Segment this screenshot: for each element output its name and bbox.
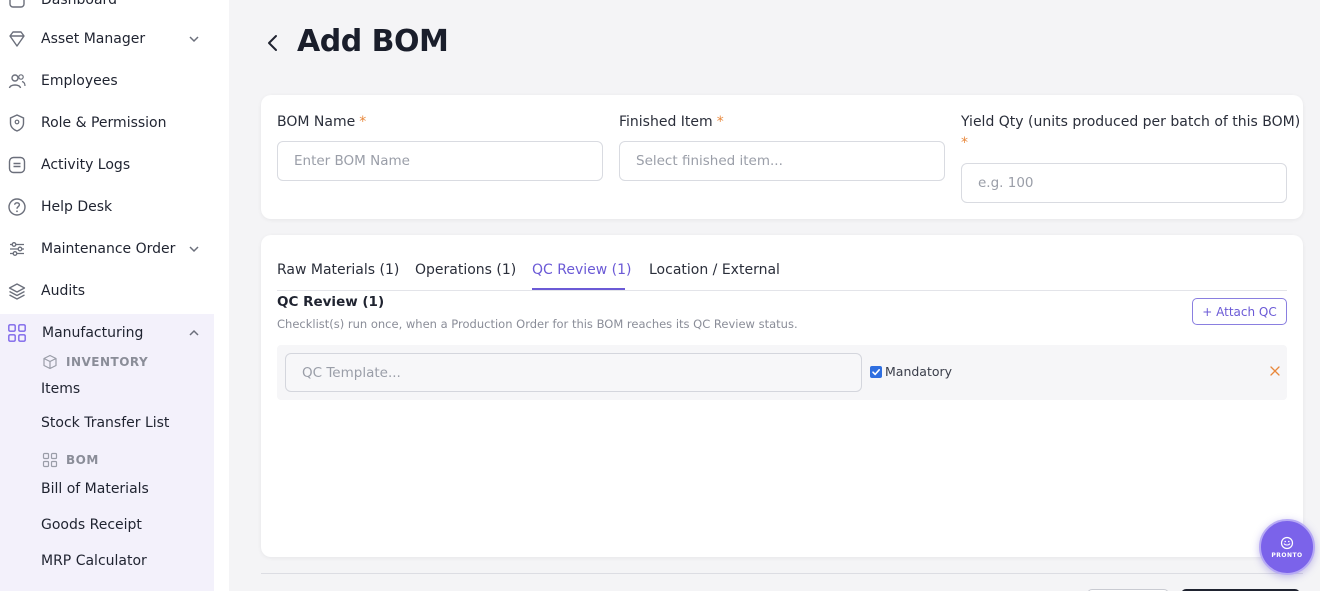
- sidebar-subitem-mrp-calculator[interactable]: MRP Calculator: [41, 553, 147, 569]
- bom-icon: [42, 452, 58, 468]
- back-arrow-icon: [268, 35, 277, 51]
- sidebar-subitem-items[interactable]: Items: [41, 381, 80, 397]
- sidebar-subitem-bill-of-materials[interactable]: Bill of Materials: [41, 481, 149, 497]
- tab-location-external[interactable]: Location / External: [649, 262, 780, 278]
- sidebar-item-audits[interactable]: Audits: [0, 273, 215, 309]
- tab-bar: Raw Materials (1) Operations (1) QC Revi…: [277, 253, 1287, 291]
- manufacturing-icon: [7, 323, 27, 343]
- bom-details-card: BOM Name* Finished Item* Yield Qty (unit…: [261, 95, 1303, 219]
- sidebar: Dashboard Asset Manager Employees Role &…: [0, 0, 229, 591]
- sidebar-item-asset-manager[interactable]: Asset Manager: [0, 21, 215, 57]
- mandatory-label: Mandatory: [885, 364, 953, 379]
- yield-qty-label: Yield Qty (units produced per batch of t…: [961, 114, 1301, 130]
- assistant-fab-button[interactable]: PRONTO: [1259, 519, 1315, 575]
- assistant-logo-icon: [1280, 536, 1294, 550]
- sidebar-item-activity-logs[interactable]: Activity Logs: [0, 147, 215, 183]
- check-icon: [872, 369, 880, 376]
- sidebar-item-label: Help Desk: [41, 199, 113, 215]
- sidebar-item-label: Employees: [41, 73, 118, 89]
- inventory-icon: [43, 354, 57, 370]
- asset-manager-icon: [7, 29, 27, 49]
- bom-tabs-card: Raw Materials (1) Operations (1) QC Revi…: [261, 235, 1303, 557]
- chevron-down-icon[interactable]: [186, 31, 202, 47]
- sidebar-item-label: Maintenance Order: [41, 241, 176, 257]
- sidebar-item-label: Manufacturing: [42, 325, 144, 341]
- yield-qty-required-mark: *: [961, 135, 968, 151]
- sidebar-item-employees[interactable]: Employees: [0, 63, 215, 99]
- active-tab-indicator: [532, 288, 625, 290]
- qc-section-description: Checklist(s) run once, when a Production…: [277, 317, 798, 331]
- qc-template-row: Mandatory: [277, 345, 1287, 400]
- qc-template-input[interactable]: [285, 353, 862, 392]
- sidebar-item-maintenance-order[interactable]: Maintenance Order: [0, 231, 215, 267]
- sidebar-item-label: Role & Permission: [41, 115, 167, 131]
- qc-section-title: QC Review (1): [277, 294, 385, 310]
- chevron-up-icon[interactable]: [186, 325, 202, 341]
- employees-icon: [7, 71, 27, 91]
- sidebar-item-label: Activity Logs: [41, 157, 131, 173]
- sidebar-item-label: Audits: [41, 283, 86, 299]
- finished-item-select[interactable]: [619, 141, 945, 181]
- mandatory-checkbox[interactable]: [870, 366, 882, 378]
- sidebar-subitem-goods-receipt[interactable]: Goods Receipt: [41, 517, 142, 533]
- assistant-fab-label: PRONTO: [1271, 552, 1303, 559]
- dashboard-icon: [7, 0, 27, 10]
- page-title: Add BOM: [297, 24, 449, 59]
- inventory-group-label: INVENTORY: [42, 353, 148, 371]
- help-desk-icon: [7, 197, 27, 217]
- chevron-down-icon[interactable]: [186, 241, 202, 257]
- tab-qc-review[interactable]: QC Review (1): [532, 262, 631, 278]
- yield-qty-input[interactable]: [961, 163, 1287, 203]
- tab-raw-materials[interactable]: Raw Materials (1): [277, 262, 399, 278]
- sidebar-item-dashboard[interactable]: Dashboard: [0, 0, 215, 18]
- attach-qc-button[interactable]: + Attach QC: [1192, 298, 1287, 325]
- footer-divider: [261, 573, 1303, 574]
- bom-name-label: BOM Name *: [277, 114, 367, 130]
- sidebar-item-label: Asset Manager: [41, 31, 146, 47]
- sidebar-item-role-permission[interactable]: Role & Permission: [0, 105, 215, 141]
- sidebar-item-manufacturing[interactable]: Manufacturing: [0, 315, 215, 351]
- audits-icon: [7, 281, 27, 301]
- tab-operations[interactable]: Operations (1): [415, 262, 516, 278]
- finished-item-label: Finished Item *: [619, 114, 724, 130]
- back-button[interactable]: [261, 31, 285, 55]
- role-permission-icon: [7, 113, 27, 133]
- close-icon[interactable]: [1268, 364, 1282, 378]
- maintenance-order-icon: [7, 239, 27, 259]
- bom-group-label: BOM: [42, 451, 99, 469]
- sidebar-item-help-desk[interactable]: Help Desk: [0, 189, 215, 225]
- sidebar-item-label: Dashboard: [41, 0, 117, 8]
- activity-logs-icon: [7, 155, 27, 175]
- bom-name-input[interactable]: [277, 141, 603, 181]
- sidebar-subitem-stock-transfer-list[interactable]: Stock Transfer List: [41, 415, 169, 431]
